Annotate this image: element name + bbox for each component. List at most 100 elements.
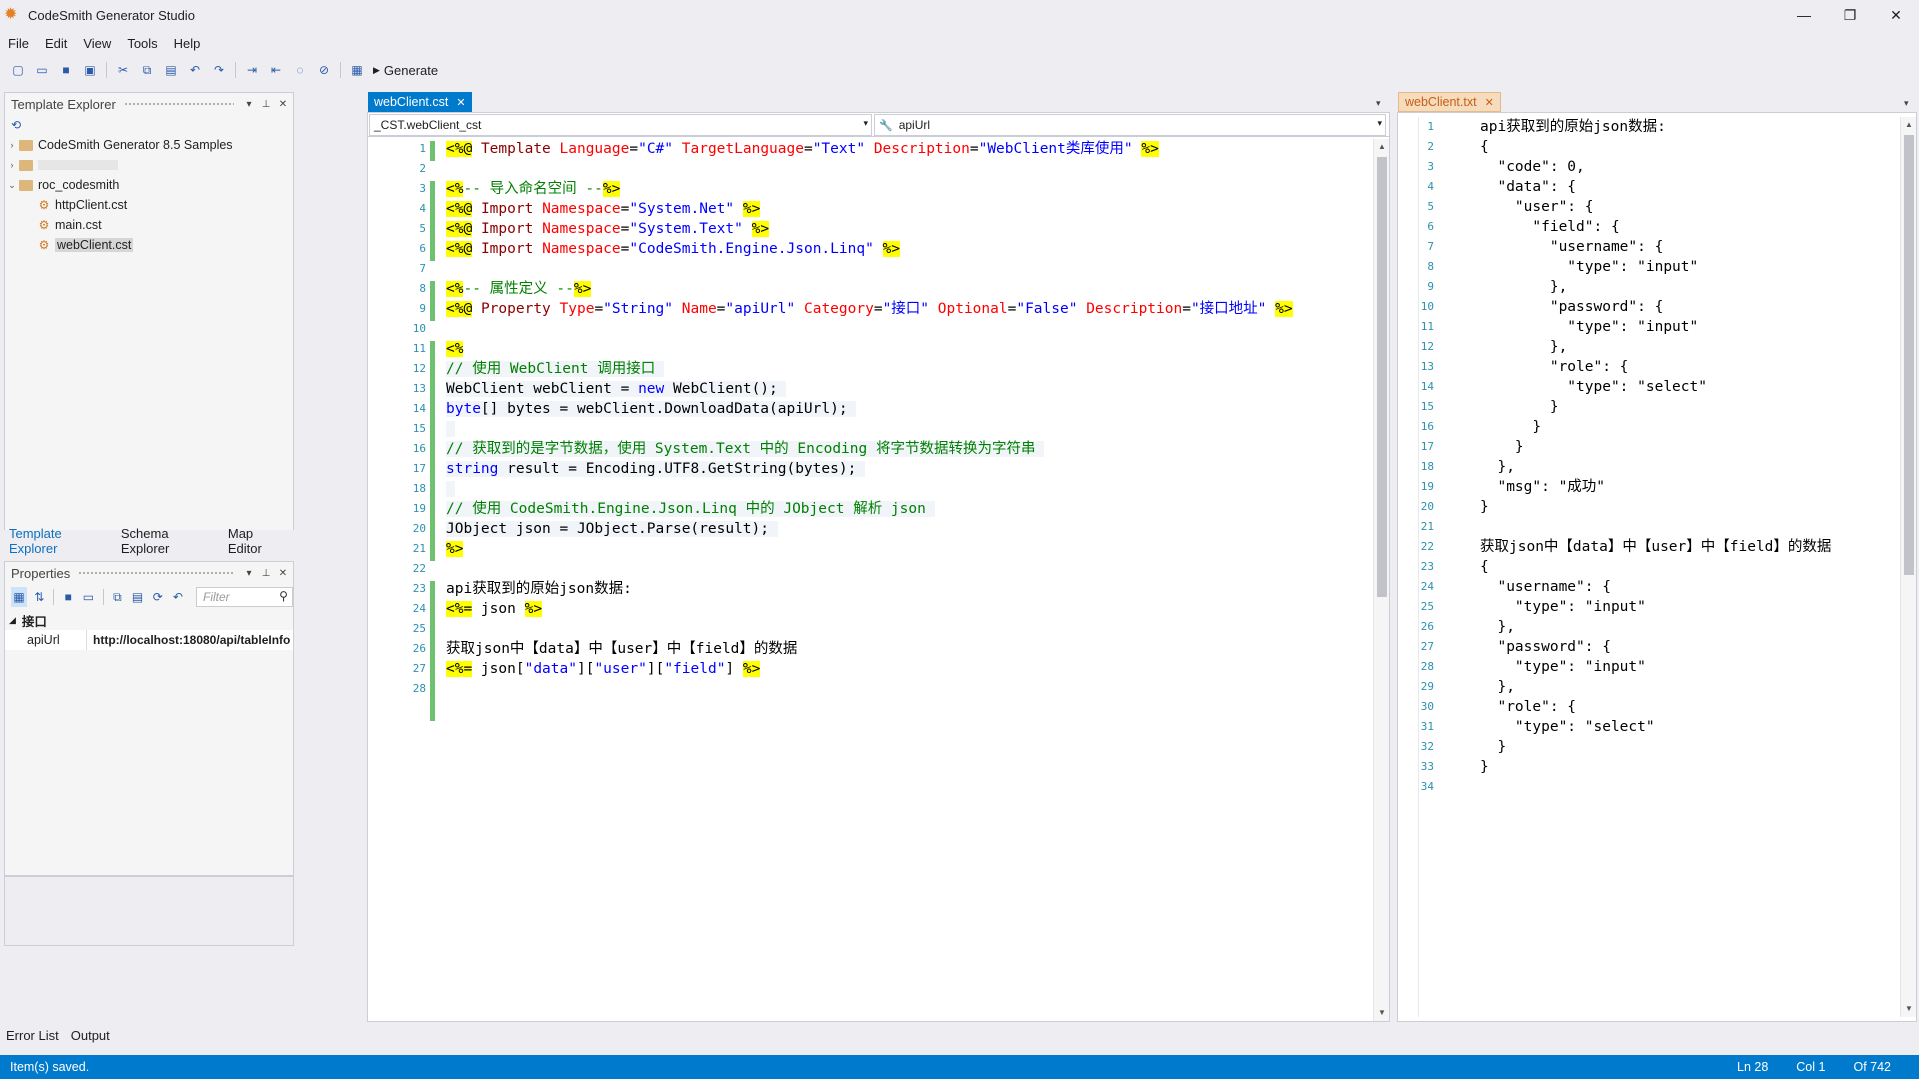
chevron-down-icon[interactable]: ▾ bbox=[242, 568, 256, 579]
tree-item-roc-codesmith[interactable]: ⌄ roc_codesmith bbox=[5, 175, 293, 195]
menu-tools[interactable]: Tools bbox=[119, 36, 165, 51]
chevron-down-icon[interactable]: ▾ bbox=[1904, 98, 1909, 109]
tab-template-explorer[interactable]: Template Explorer bbox=[4, 526, 116, 556]
close-button[interactable]: ✕ bbox=[1873, 0, 1919, 30]
tab-map-editor[interactable]: Map Editor bbox=[223, 526, 294, 556]
build-icon[interactable]: ▦ bbox=[347, 60, 367, 80]
output-vertical-scrollbar[interactable]: ▲ ▼ bbox=[1900, 117, 1916, 1017]
output-line: }, bbox=[1480, 619, 1515, 635]
line-number: 27 bbox=[412, 662, 426, 675]
chevron-down-icon[interactable]: ▾ bbox=[242, 99, 256, 110]
pin-icon[interactable]: ⊥ bbox=[259, 99, 273, 110]
output-line: "user": { bbox=[1480, 199, 1594, 215]
outdent-icon[interactable]: ⇤ bbox=[266, 60, 286, 80]
tree-item-httpclient[interactable]: ⚙ httpClient.cst bbox=[5, 195, 293, 215]
scroll-down-icon[interactable]: ▼ bbox=[1374, 1005, 1390, 1021]
open-folder-icon[interactable]: ▭ bbox=[32, 60, 52, 80]
output-line: "username": { bbox=[1480, 239, 1664, 255]
property-name: apiUrl bbox=[5, 630, 87, 650]
minimize-button[interactable]: — bbox=[1781, 0, 1827, 30]
panel-title: Properties bbox=[11, 565, 71, 581]
open-folder-icon[interactable]: ▭ bbox=[80, 587, 96, 607]
refresh-folder-icon[interactable]: ⟲ bbox=[11, 118, 21, 132]
line-number: 29 bbox=[1420, 680, 1434, 693]
uncomment-icon[interactable]: ⊘ bbox=[314, 60, 334, 80]
tree-item-blurred[interactable]: › bbox=[5, 155, 293, 175]
tab-schema-explorer[interactable]: Schema Explorer bbox=[116, 526, 223, 556]
close-icon[interactable]: ✕ bbox=[276, 568, 290, 579]
redo-icon[interactable]: ↷ bbox=[209, 60, 229, 80]
sort-alpha-icon[interactable]: ⇅ bbox=[31, 587, 47, 607]
class-combo[interactable]: _CST.webClient_cst ▾ bbox=[369, 114, 872, 136]
save-icon[interactable]: ■ bbox=[56, 60, 76, 80]
search-icon[interactable]: ⚲ bbox=[279, 589, 288, 603]
paste-icon[interactable]: ▤ bbox=[129, 587, 145, 607]
close-icon[interactable]: ✕ bbox=[1485, 96, 1494, 109]
line-number: 13 bbox=[1420, 360, 1434, 373]
pin-icon[interactable]: ⊥ bbox=[259, 568, 273, 579]
chevron-down-icon[interactable]: ⌄ bbox=[5, 180, 19, 191]
tree-item-main[interactable]: ⚙ main.cst bbox=[5, 215, 293, 235]
tab-webclient-cst[interactable]: webClient.cst ✕ bbox=[368, 92, 472, 112]
scroll-up-icon[interactable]: ▲ bbox=[1374, 139, 1390, 155]
save-icon[interactable]: ■ bbox=[60, 587, 76, 607]
tree-item-samples[interactable]: › CodeSmith Generator 8.5 Samples bbox=[5, 135, 293, 155]
categorized-icon[interactable]: ▦ bbox=[11, 587, 28, 607]
menu-help[interactable]: Help bbox=[166, 36, 209, 51]
collapse-triangle-icon[interactable]: ◢ bbox=[9, 615, 16, 626]
copy-icon[interactable]: ⧉ bbox=[137, 60, 157, 80]
scroll-up-icon[interactable]: ▲ bbox=[1901, 117, 1917, 133]
chevron-down-icon[interactable]: ▾ bbox=[863, 118, 868, 129]
output-line: api获取到的原始json数据: bbox=[1480, 119, 1666, 135]
maximize-button[interactable]: ❐ bbox=[1827, 0, 1873, 30]
copy-icon[interactable]: ⧉ bbox=[109, 587, 125, 607]
chevron-down-icon[interactable]: ▾ bbox=[1376, 98, 1381, 109]
chevron-down-icon[interactable]: ▾ bbox=[1377, 118, 1382, 129]
property-filter-input[interactable]: Filter ⚲ bbox=[196, 587, 293, 607]
code-line: <%-- 导入命名空间 --%> bbox=[446, 181, 621, 197]
indent-icon[interactable]: ⇥ bbox=[242, 60, 262, 80]
generate-button[interactable]: Generate bbox=[384, 63, 438, 78]
tab-webclient-txt[interactable]: webClient.txt ✕ bbox=[1398, 92, 1501, 112]
tab-output[interactable]: Output bbox=[65, 1028, 116, 1043]
undo-icon[interactable]: ↶ bbox=[170, 587, 186, 607]
scrollbar-thumb[interactable] bbox=[1904, 135, 1914, 575]
new-file-icon[interactable]: ▢ bbox=[8, 60, 28, 80]
line-number: 21 bbox=[1420, 520, 1434, 533]
panel-grip[interactable] bbox=[78, 570, 234, 576]
status-column: Col 1 bbox=[1796, 1060, 1826, 1074]
refresh-icon[interactable]: ⟳ bbox=[150, 587, 166, 607]
code-line: <%@ Property Type="String" Name="apiUrl"… bbox=[446, 301, 1293, 317]
chevron-right-icon[interactable]: › bbox=[5, 140, 19, 150]
menu-view[interactable]: View bbox=[75, 36, 119, 51]
close-icon[interactable]: ✕ bbox=[276, 99, 290, 110]
property-row-apiurl[interactable]: apiUrl http://localhost:18080/api/tableI… bbox=[5, 630, 293, 650]
paste-icon[interactable]: ▤ bbox=[161, 60, 181, 80]
menu-edit[interactable]: Edit bbox=[37, 36, 75, 51]
close-icon[interactable]: ✕ bbox=[456, 96, 465, 109]
cut-icon[interactable]: ✂ bbox=[113, 60, 133, 80]
line-number: 31 bbox=[1420, 720, 1434, 733]
line-number: 10 bbox=[1420, 300, 1434, 313]
line-number: 30 bbox=[1420, 700, 1434, 713]
output-code-area[interactable]: 1 2 3 4 5 6 7 8 9 10 11 12 13 14 15 16 17 18 19 20 21 22 23 24 2… bbox=[1398, 117, 1900, 1017]
line-number: 11 bbox=[1420, 320, 1434, 333]
scrollbar-thumb[interactable] bbox=[1377, 157, 1387, 597]
chevron-right-icon[interactable]: › bbox=[5, 160, 19, 170]
editor-vertical-scrollbar[interactable]: ▲ ▼ bbox=[1373, 139, 1389, 1021]
tab-error-list[interactable]: Error List bbox=[0, 1028, 65, 1043]
undo-icon[interactable]: ↶ bbox=[185, 60, 205, 80]
comment-icon[interactable]: ◌ bbox=[290, 60, 310, 80]
property-category[interactable]: ◢ 接口 bbox=[5, 610, 293, 630]
member-combo[interactable]: 🔧 apiUrl ▾ bbox=[874, 114, 1386, 136]
panel-grip[interactable] bbox=[123, 101, 234, 107]
scroll-down-icon[interactable]: ▼ bbox=[1901, 1001, 1917, 1017]
folder-icon bbox=[19, 179, 33, 191]
tree-item-webclient[interactable]: ⚙ webClient.cst bbox=[5, 235, 293, 255]
save-all-icon[interactable]: ▣ bbox=[80, 60, 100, 80]
property-value-input[interactable]: http://localhost:18080/api/tableInfo bbox=[87, 633, 290, 647]
menu-file[interactable]: File bbox=[0, 36, 37, 51]
code-area[interactable]: 1 2 3 4 5 6 7 8 9 10 11 12 13 14 15 16 17 18 19 20 21 22 23 24 2… bbox=[368, 139, 1373, 1021]
menu-bar: File Edit View Tools Help bbox=[0, 32, 208, 54]
